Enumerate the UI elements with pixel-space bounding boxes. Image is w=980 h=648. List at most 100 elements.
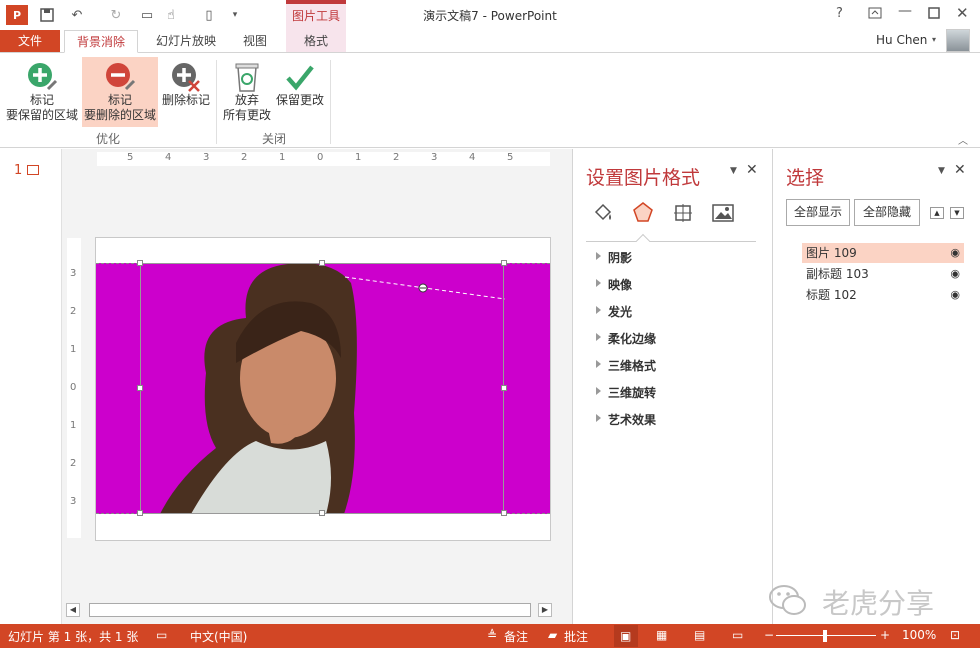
- effects-icon[interactable]: [632, 201, 654, 226]
- pane-options-icon[interactable]: ▼: [730, 166, 737, 176]
- format-section[interactable]: 映像: [596, 276, 633, 293]
- tab-background-removal[interactable]: 背景消除: [64, 30, 138, 53]
- close-window-icon[interactable]: ✕: [956, 4, 969, 22]
- tab-view[interactable]: 视图: [232, 30, 278, 53]
- ribbon-display-options-icon[interactable]: [868, 7, 882, 22]
- user-name[interactable]: Hu Chen: [876, 33, 927, 47]
- maximize-icon[interactable]: [928, 7, 940, 22]
- horizontal-scrollbar[interactable]: [89, 603, 531, 617]
- format-section-label: 映像: [608, 278, 633, 292]
- mark-keep-button[interactable]: 标记 要保留的区域: [4, 57, 80, 127]
- wechat-logo-icon: [768, 582, 808, 618]
- close-format-pane-icon[interactable]: ✕: [746, 162, 758, 178]
- zoom-level[interactable]: 100%: [902, 628, 936, 642]
- user-dropdown-icon[interactable]: ▾: [932, 35, 936, 44]
- group-separator: [330, 60, 331, 144]
- mark-remove-icon: [82, 57, 158, 93]
- undo-icon[interactable]: ↶: [66, 5, 88, 25]
- discard-icon: [220, 57, 274, 93]
- selection-options-icon[interactable]: ▼: [938, 166, 945, 176]
- zoom-in-icon[interactable]: +: [880, 628, 890, 642]
- selection-item[interactable]: 图片 109 ◉: [802, 243, 964, 263]
- comments-icon: ▰: [548, 628, 558, 642]
- format-section[interactable]: 发光: [596, 303, 632, 320]
- fill-line-icon[interactable]: [592, 202, 614, 227]
- file-tab[interactable]: 文件: [0, 30, 60, 52]
- ruler-tick-label: 0: [70, 382, 77, 393]
- slide-thumb-icon[interactable]: [27, 165, 39, 175]
- ppt-logo-icon[interactable]: P: [6, 5, 28, 25]
- format-section[interactable]: 三维旋转: [596, 384, 656, 401]
- tab-format[interactable]: 格式: [286, 30, 346, 53]
- resize-handle-br[interactable]: [501, 510, 507, 516]
- hide-all-button[interactable]: 全部隐藏: [854, 199, 920, 226]
- keep-changes-button[interactable]: 保留更改: [274, 57, 326, 127]
- format-section[interactable]: 阴影: [596, 249, 633, 266]
- spellcheck-icon[interactable]: ▭: [156, 628, 167, 642]
- notes-button[interactable]: 备注: [504, 628, 528, 645]
- ruler-tick-label: 1: [70, 420, 77, 431]
- discard-label1: 放弃: [234, 93, 259, 107]
- format-section[interactable]: 艺术效果: [596, 411, 656, 428]
- comments-button[interactable]: 批注: [564, 628, 588, 645]
- picture-icon[interactable]: [712, 202, 734, 227]
- send-backward-icon[interactable]: ▼: [950, 207, 964, 219]
- mark-line: [344, 276, 506, 300]
- ruler-tick-label: 3: [431, 152, 438, 163]
- mark-remove-button[interactable]: 标记 要删除的区域: [82, 57, 158, 127]
- visibility-eye-icon[interactable]: ◉: [950, 285, 960, 305]
- show-all-button[interactable]: 全部显示: [786, 199, 850, 226]
- zoom-out-icon[interactable]: −: [764, 628, 774, 642]
- resize-handle-tr[interactable]: [501, 260, 507, 266]
- tab-slideshow[interactable]: 幻灯片放映: [148, 30, 224, 53]
- redo-icon[interactable]: ↻: [105, 5, 127, 25]
- resize-handle-b[interactable]: [319, 510, 325, 516]
- slideshow-view-icon[interactable]: ▭: [732, 628, 743, 642]
- close-selection-pane-icon[interactable]: ✕: [954, 162, 966, 178]
- save-icon[interactable]: [36, 5, 58, 25]
- status-bar: 幻灯片 第 1 张，共 1 张 ▭ 中文(中国) ≜ 备注 ▰ 批注 ▣ ▦ ▤…: [0, 624, 980, 648]
- language-indicator[interactable]: 中文(中国): [190, 628, 247, 645]
- watermark-text: 老虎分享: [822, 587, 935, 620]
- mark-remove-label2: 要删除的区域: [83, 108, 156, 122]
- slide-sorter-icon[interactable]: ▦: [656, 628, 667, 642]
- minimize-icon[interactable]: —: [898, 3, 912, 19]
- new-icon[interactable]: ▯: [198, 5, 220, 25]
- scroll-left-button[interactable]: ◀: [66, 603, 80, 617]
- resize-handle-tl[interactable]: [137, 260, 143, 266]
- customize-icon[interactable]: ▾: [224, 5, 246, 25]
- visibility-eye-icon[interactable]: ◉: [950, 264, 960, 284]
- format-section[interactable]: 柔化边缘: [596, 330, 656, 347]
- slide-counter[interactable]: 幻灯片 第 1 张，共 1 张: [8, 628, 138, 645]
- resize-handle-bl[interactable]: [137, 510, 143, 516]
- resize-handle-l[interactable]: [137, 385, 143, 391]
- bring-forward-icon[interactable]: ▲: [930, 207, 944, 219]
- avatar[interactable]: [946, 29, 970, 52]
- resize-handle-r[interactable]: [501, 385, 507, 391]
- keep-changes-label: 保留更改: [275, 93, 324, 107]
- start-from-beginning-icon[interactable]: ▭: [136, 5, 158, 25]
- help-button[interactable]: ?: [836, 6, 843, 21]
- selection-item-label: 图片 109: [806, 246, 857, 260]
- selection-item[interactable]: 标题 102 ◉: [802, 285, 964, 305]
- touch-mode-icon[interactable]: ☝: [160, 5, 182, 25]
- discard-changes-button[interactable]: 放弃 所有更改: [220, 57, 274, 127]
- fit-slide-icon[interactable]: ⊡: [950, 628, 960, 642]
- delete-mark-button[interactable]: 删除标记: [160, 57, 212, 127]
- mark-keep-icon: [4, 57, 80, 93]
- selection-item[interactable]: 副标题 103 ◉: [802, 264, 964, 284]
- collapse-ribbon-icon[interactable]: ︿: [958, 132, 968, 147]
- visibility-eye-icon[interactable]: ◉: [950, 243, 960, 263]
- ruler-tick-label: 4: [165, 152, 172, 163]
- expand-arrow-icon: [596, 387, 601, 395]
- size-properties-icon[interactable]: [672, 202, 694, 227]
- reading-view-icon[interactable]: ▤: [694, 628, 705, 642]
- selection-item-label: 副标题 103: [806, 267, 869, 281]
- scroll-right-button[interactable]: ▶: [538, 603, 552, 617]
- discard-label2: 所有更改: [222, 108, 271, 122]
- format-section[interactable]: 三维格式: [596, 357, 656, 374]
- format-section-label: 阴影: [608, 251, 633, 265]
- ruler-tick-label: 1: [355, 152, 362, 163]
- zoom-slider-thumb[interactable]: [823, 630, 827, 642]
- resize-handle-t[interactable]: [319, 260, 325, 266]
